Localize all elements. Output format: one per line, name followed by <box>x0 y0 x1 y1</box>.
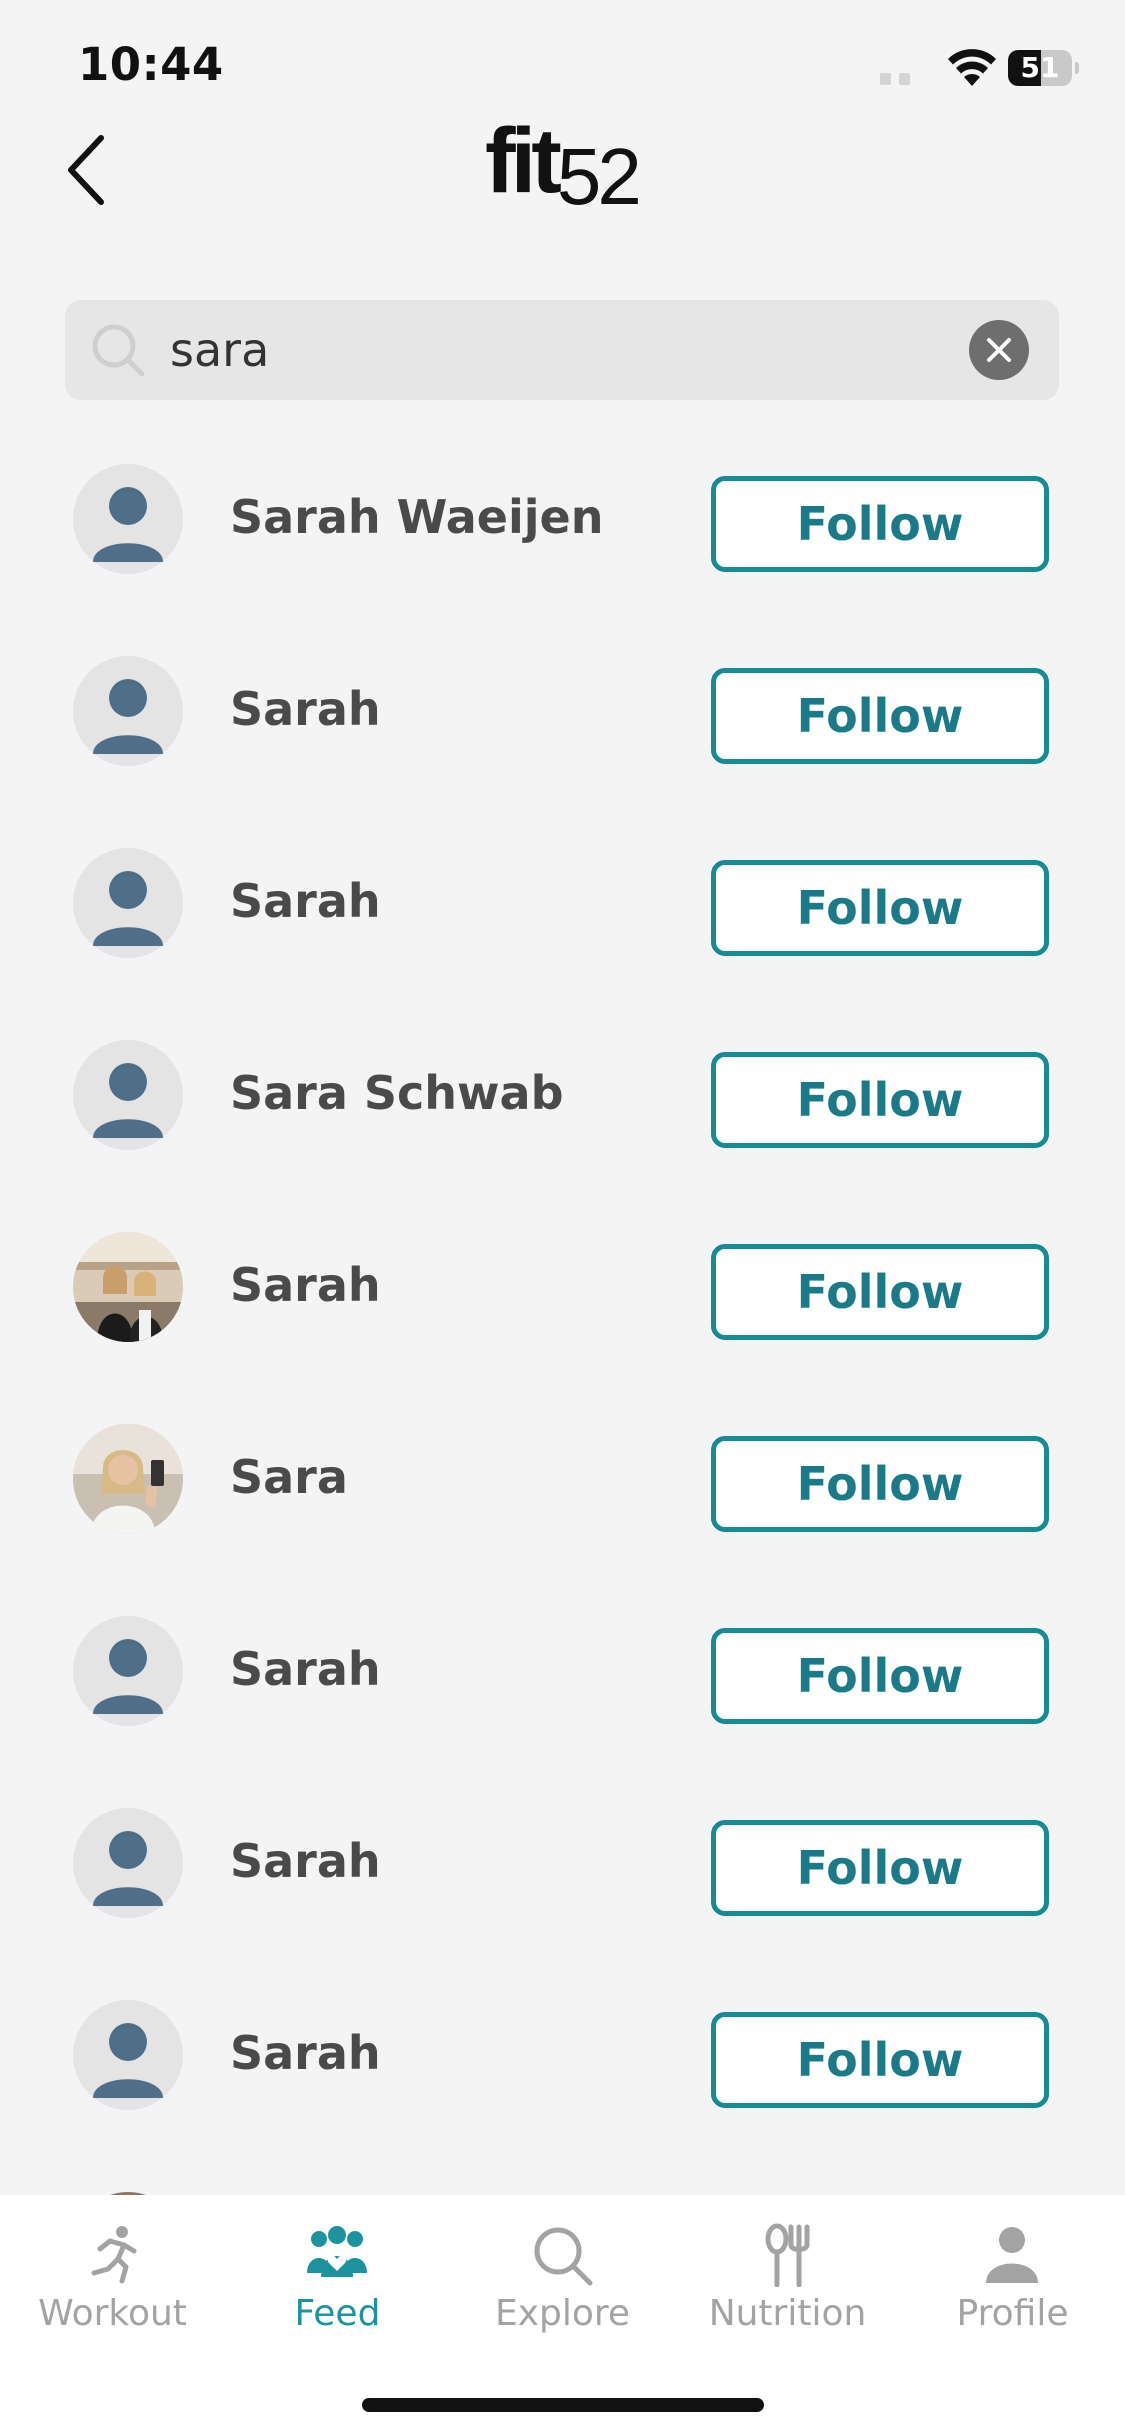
list-item[interactable]: Sarah Follow <box>0 630 1125 822</box>
follow-button[interactable]: Follow <box>711 1436 1049 1532</box>
tab-nutrition[interactable]: Nutrition <box>675 2195 900 2365</box>
default-avatar-icon <box>93 679 163 754</box>
wifi-icon <box>948 48 996 88</box>
list-item[interactable]: Sarah Waeijen Follow <box>0 438 1125 630</box>
follow-button[interactable]: Follow <box>711 476 1049 572</box>
user-name[interactable]: Sarah Waeijen <box>230 490 603 544</box>
avatar[interactable] <box>73 656 183 766</box>
default-avatar-icon <box>93 1639 163 1714</box>
avatar[interactable] <box>73 2000 183 2110</box>
fork-knife-icon <box>765 2223 810 2287</box>
list-item[interactable]: Sara Schwab Follow <box>0 1014 1125 1206</box>
status-time: 10:44 <box>78 38 224 91</box>
list-item[interactable] <box>0 2166 1125 2195</box>
follow-button[interactable]: Follow <box>711 1820 1049 1916</box>
logo-number: 52 <box>556 132 642 221</box>
tab-explore[interactable]: Explore <box>450 2195 675 2365</box>
back-button[interactable] <box>55 130 115 210</box>
tab-feed[interactable]: Feed <box>225 2195 450 2365</box>
avatar[interactable] <box>73 464 183 574</box>
tab-label: Workout <box>38 2293 187 2334</box>
search-icon <box>92 324 145 377</box>
tab-workout[interactable]: Workout <box>0 2195 225 2365</box>
default-avatar-icon <box>93 1063 163 1138</box>
default-avatar-icon <box>93 487 163 562</box>
battery-icon: 51 <box>1008 50 1079 86</box>
tab-label: Nutrition <box>708 2293 867 2334</box>
list-item[interactable]: Sarah Follow <box>0 1974 1125 2166</box>
profile-photo <box>73 1232 183 1342</box>
status-bar: 10:44 51 <box>0 0 1125 130</box>
home-indicator[interactable] <box>362 2398 764 2412</box>
chevron-left-icon <box>68 135 104 205</box>
follow-button[interactable]: Follow <box>711 860 1049 956</box>
user-name[interactable]: Sarah <box>230 874 381 928</box>
close-icon <box>987 338 1011 362</box>
avatar[interactable] <box>73 1616 183 1726</box>
follow-button[interactable]: Follow <box>711 2012 1049 2108</box>
default-avatar-icon <box>93 1831 163 1906</box>
list-item[interactable]: Sara Follow <box>0 1398 1125 1590</box>
list-item[interactable]: Sarah Follow <box>0 1206 1125 1398</box>
app-logo: fit52 <box>485 115 645 225</box>
profile-photo <box>73 1424 183 1534</box>
follow-button[interactable]: Follow <box>711 1628 1049 1724</box>
user-name[interactable]: Sarah <box>230 1834 381 1888</box>
list-item[interactable]: Sarah Follow <box>0 822 1125 1014</box>
search-bar <box>65 300 1059 400</box>
tab-bar: Workout Feed Explore Nutrition Profile <box>0 2195 1125 2436</box>
list-item[interactable]: Sarah Follow <box>0 1782 1125 1974</box>
user-name[interactable]: Sarah <box>230 2026 381 2080</box>
follow-button[interactable]: Follow <box>711 1052 1049 1148</box>
person-icon <box>986 2227 1038 2283</box>
magnifier-icon <box>534 2227 593 2286</box>
default-avatar-icon <box>93 871 163 946</box>
follow-button[interactable]: Follow <box>711 668 1049 764</box>
battery-level: 51 <box>1020 51 1060 84</box>
running-person-icon <box>91 2226 137 2284</box>
search-input[interactable] <box>170 300 970 400</box>
follow-button[interactable]: Follow <box>711 1244 1049 1340</box>
user-name[interactable]: Sarah <box>230 1258 381 1312</box>
clear-search-button[interactable] <box>969 320 1029 380</box>
user-name[interactable]: Sara <box>230 1450 348 1504</box>
avatar[interactable] <box>73 1040 183 1150</box>
tab-label: Feed <box>294 2293 381 2334</box>
user-name[interactable]: Sarah <box>230 682 381 736</box>
avatar[interactable] <box>73 848 183 958</box>
logo-text: fit <box>485 110 562 212</box>
tab-label: Profile <box>956 2293 1069 2334</box>
cellular-signal-icon <box>880 70 920 85</box>
people-heart-icon <box>307 2226 367 2277</box>
tab-label: Explore <box>494 2293 631 2334</box>
search-results-list[interactable]: Sarah Waeijen Follow Sarah Follow Sarah … <box>0 438 1125 2195</box>
user-name[interactable]: Sara Schwab <box>230 1066 564 1120</box>
avatar[interactable] <box>73 1424 183 1534</box>
avatar[interactable] <box>73 1232 183 1342</box>
user-name[interactable]: Sarah <box>230 1642 381 1696</box>
list-item[interactable]: Sarah Follow <box>0 1590 1125 1782</box>
default-avatar-icon <box>93 2023 163 2098</box>
tab-profile[interactable]: Profile <box>900 2195 1125 2365</box>
avatar[interactable] <box>73 1808 183 1918</box>
